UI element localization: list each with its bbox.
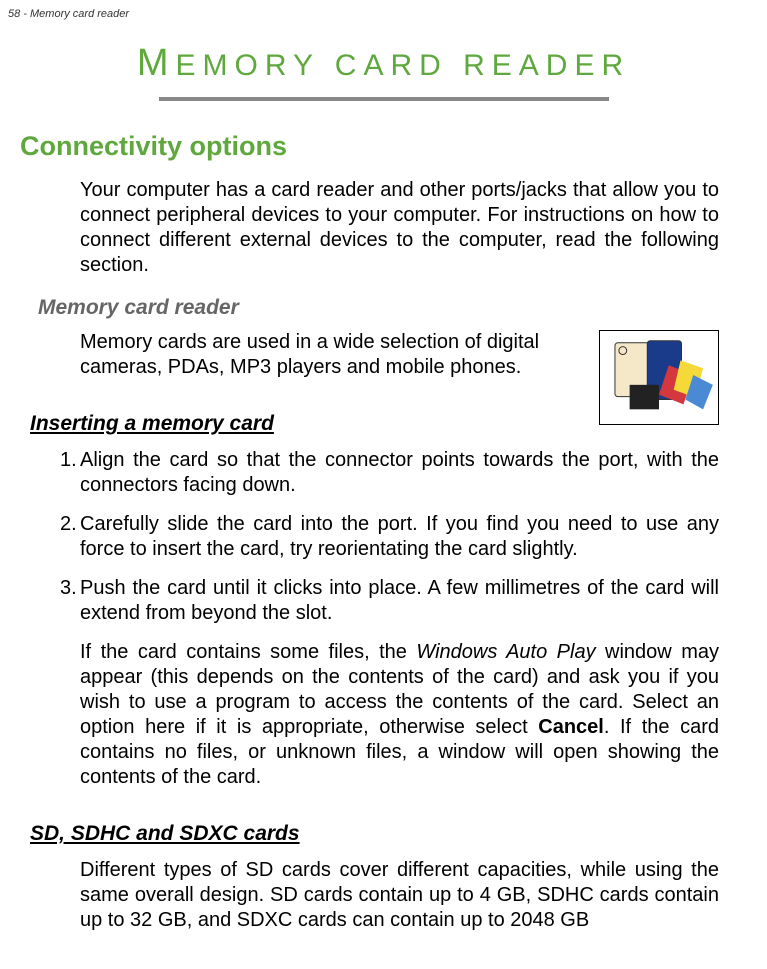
- subsection-memory-reader-heading: Memory card reader: [38, 296, 767, 320]
- windows-autoplay-text: Windows Auto Play: [416, 641, 595, 663]
- list-continuation: If the card contains some files, the Win…: [80, 640, 719, 790]
- list-number-3: 3.: [60, 576, 77, 601]
- list-item-1: 1.Align the card so that the connector p…: [80, 448, 719, 498]
- list-text-2: Carefully slide the card into the port. …: [80, 513, 719, 560]
- title-underline: [159, 97, 609, 101]
- list-item-3: 3.Push the card until it clicks into pla…: [80, 576, 719, 626]
- list-number-1: 1.: [60, 448, 77, 473]
- page-title: MEMORY CARD READER: [0, 42, 767, 85]
- memory-section: Memory cards are used in a wide selectio…: [80, 330, 719, 380]
- sd-cards-body: Different types of SD cards cover differ…: [80, 858, 719, 933]
- cancel-text: Cancel: [538, 716, 604, 738]
- list-number-2: 2.: [60, 512, 77, 537]
- list-text-1: Align the card so that the connector poi…: [80, 449, 719, 496]
- section-connectivity-heading: Connectivity options: [20, 131, 767, 162]
- memory-reader-body: Memory cards are used in a wide selectio…: [80, 330, 590, 380]
- list-item-2: 2.Carefully slide the card into the port…: [80, 512, 719, 562]
- list-text-3: Push the card until it clicks into place…: [80, 577, 719, 624]
- cont-pre: If the card contains some files, the: [80, 641, 416, 663]
- subsection-sd-cards-heading: SD, SDHC and SDXC cards: [30, 822, 767, 846]
- connectivity-body: Your computer has a card reader and othe…: [80, 178, 719, 278]
- memory-cards-illustration: [599, 330, 719, 425]
- page-header: 58 - Memory card reader: [0, 0, 767, 20]
